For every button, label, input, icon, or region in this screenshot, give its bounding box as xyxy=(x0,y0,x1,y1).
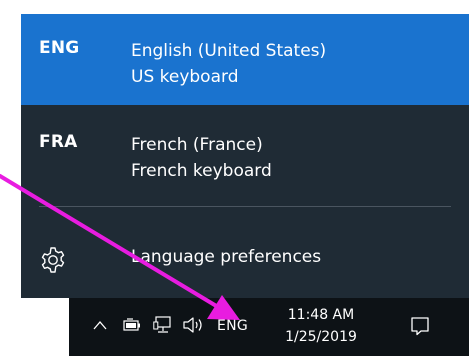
language-code: FRA xyxy=(39,132,78,152)
divider xyxy=(39,206,451,207)
keyboard-layout: US keyboard xyxy=(131,67,239,87)
battery-icon[interactable] xyxy=(123,318,141,332)
language-details: French (France) French keyboard xyxy=(131,132,272,184)
language-name: English (United States) xyxy=(131,41,327,61)
gear-icon xyxy=(41,247,65,273)
language-preferences-label: Language preferences xyxy=(131,247,322,267)
notification-icon[interactable] xyxy=(410,316,430,336)
language-name: French (France) xyxy=(131,135,263,155)
language-code: ENG xyxy=(39,38,80,58)
clock-time: 11:48 AM xyxy=(287,307,355,323)
clock[interactable]: 11:48 AM 1/25/2019 xyxy=(275,304,367,348)
taskbar: ENG 11:48 AM 1/25/2019 xyxy=(69,298,469,356)
keyboard-layout: French keyboard xyxy=(131,161,272,181)
language-preferences-link[interactable]: Language preferences xyxy=(21,220,469,298)
network-icon[interactable] xyxy=(153,316,173,334)
clock-date: 1/25/2019 xyxy=(285,329,357,345)
language-details: English (United States) US keyboard xyxy=(131,38,326,90)
volume-icon[interactable] xyxy=(182,315,204,335)
language-flyout: ENG English (United States) US keyboard … xyxy=(21,14,469,298)
language-option-eng[interactable]: ENG English (United States) US keyboard xyxy=(21,14,469,105)
language-option-fra[interactable]: FRA French (France) French keyboard xyxy=(21,105,469,206)
chevron-up-icon[interactable] xyxy=(93,320,107,330)
input-language-indicator[interactable]: ENG xyxy=(217,318,248,334)
